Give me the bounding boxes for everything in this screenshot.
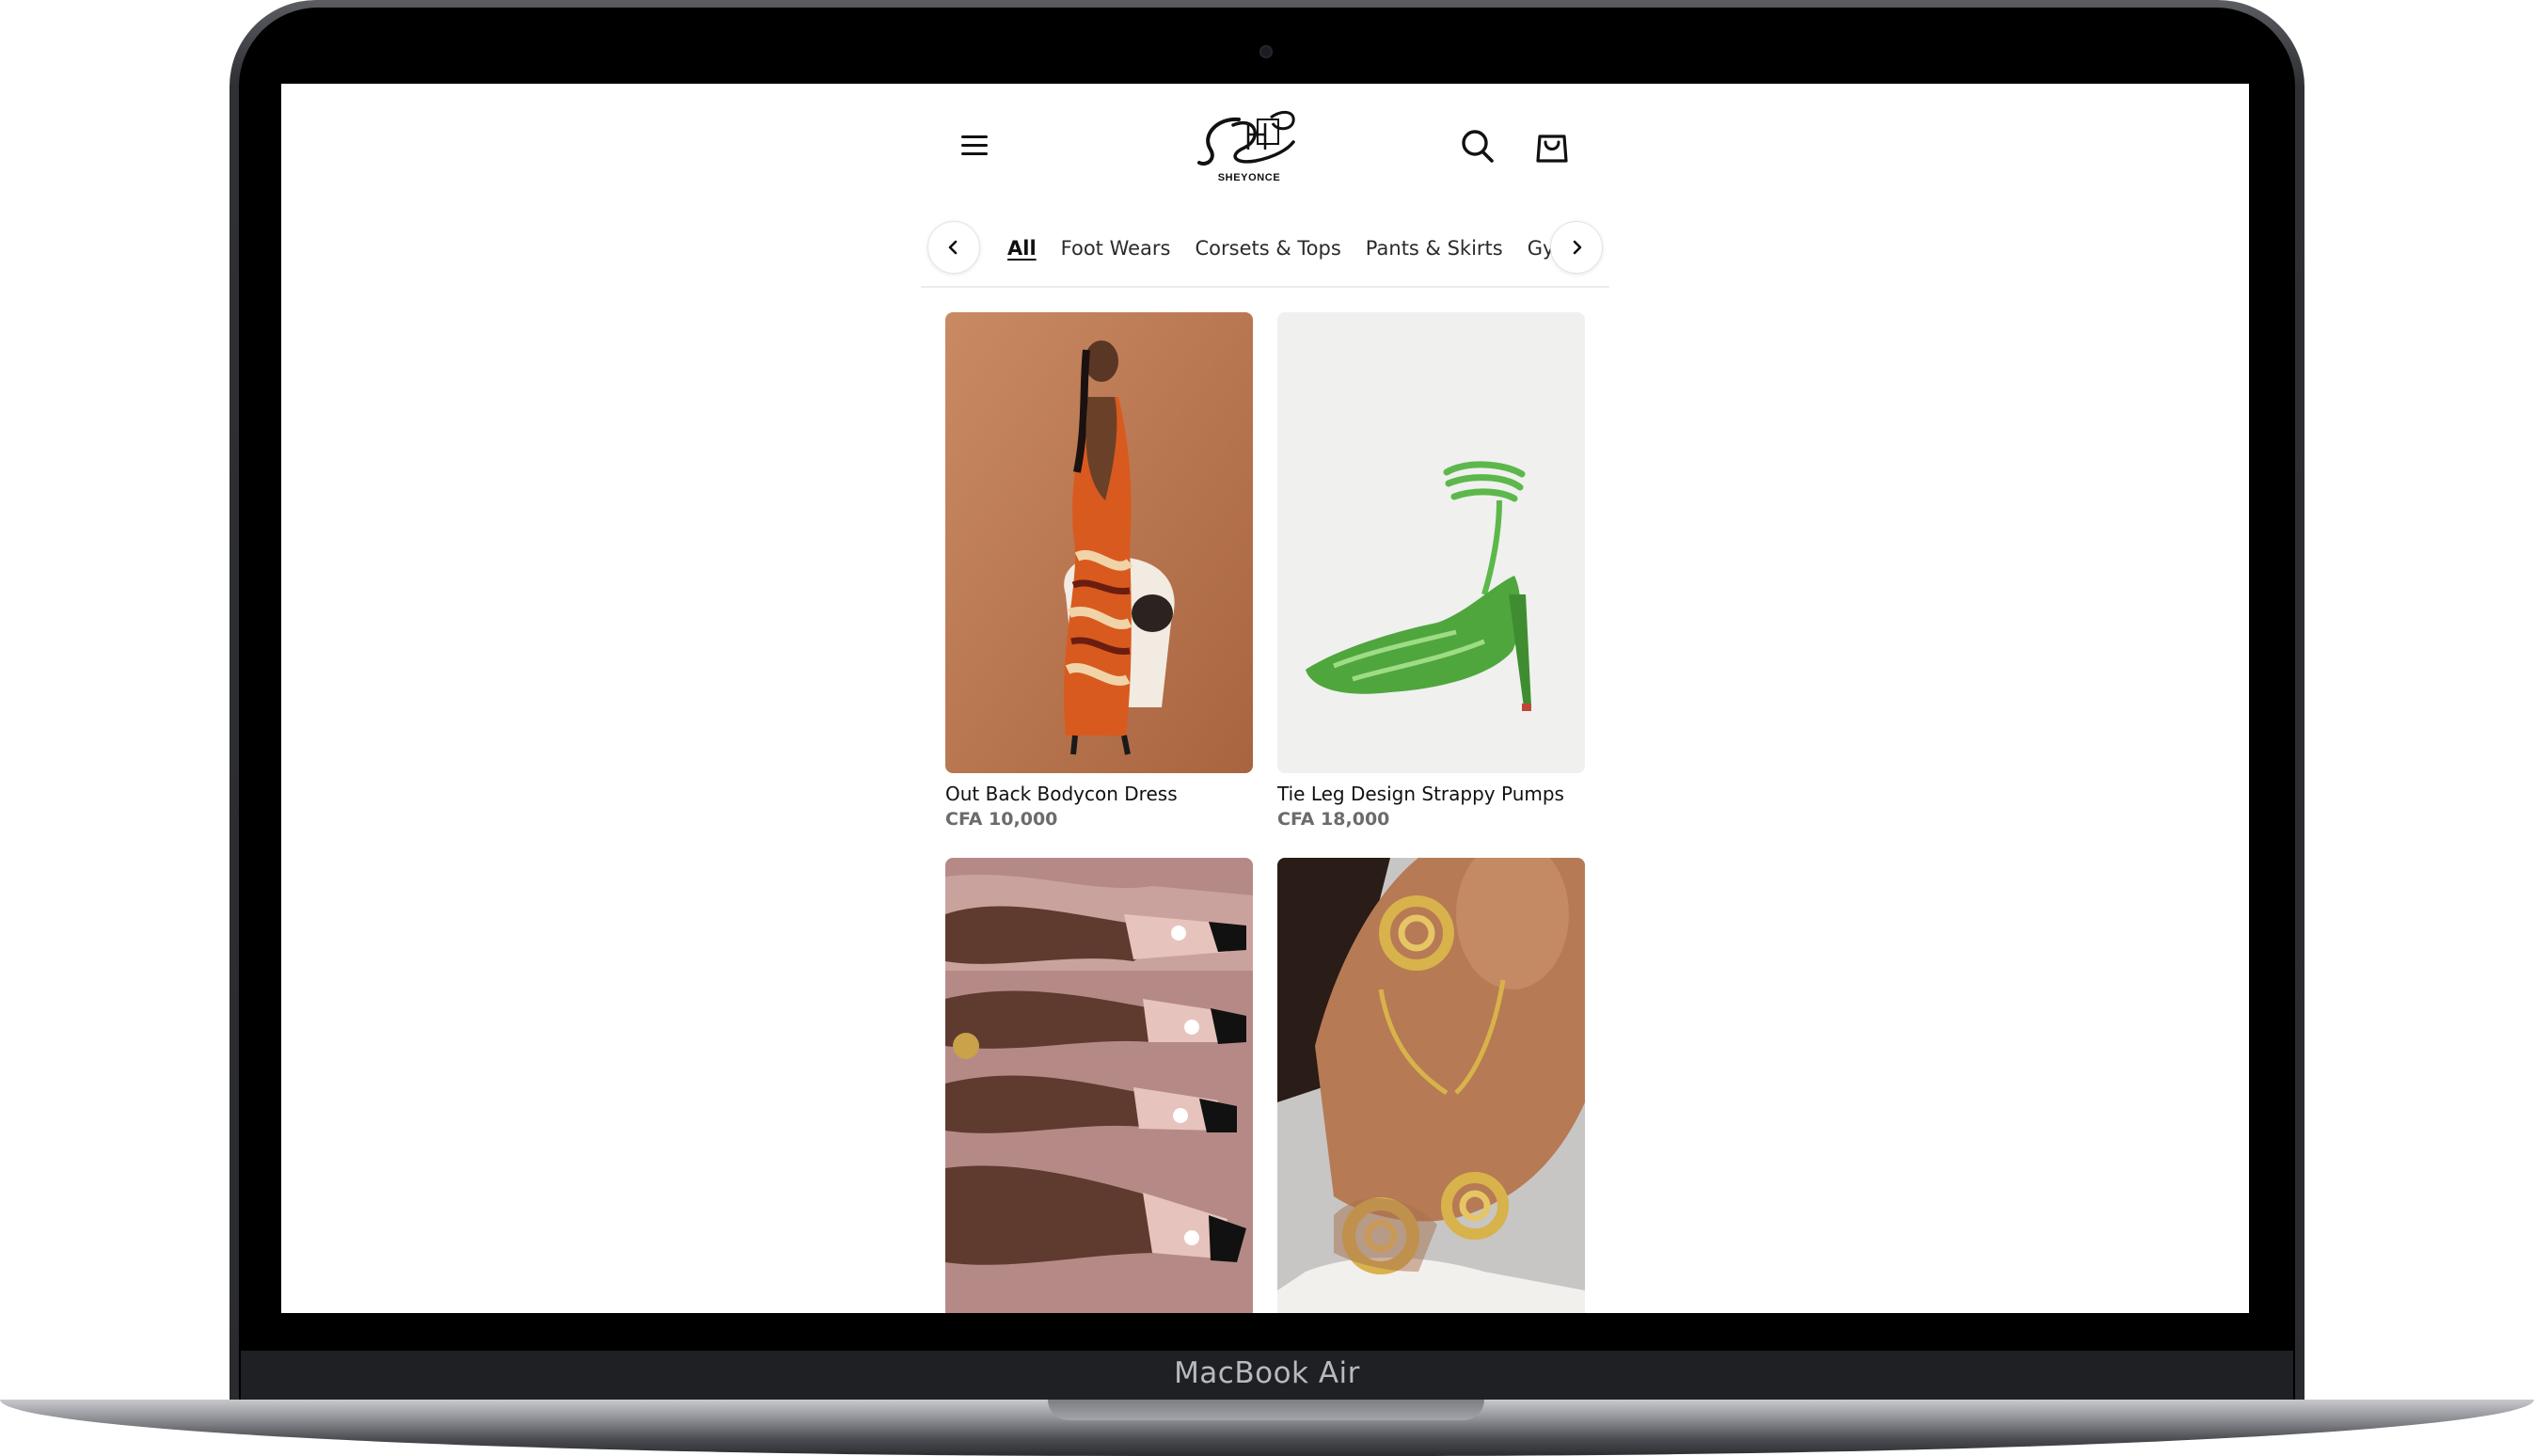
product-price: CFA 18,000 [1277,809,1390,830]
shopping-bag-icon[interactable] [1534,125,1570,165]
chevron-left-icon [948,240,958,255]
brand-logo-text: SHEYONCE [1217,172,1281,183]
camera-icon [1259,45,1273,58]
product-image[interactable] [945,858,1253,1313]
category-tab-pants-skirts[interactable]: Pants & Skirts [1366,237,1503,260]
category-tab-all[interactable]: All [1007,237,1037,260]
category-tab-gym[interactable]: Gym [1528,237,1551,260]
brand-logo[interactable]: SHEYONCE [1190,106,1308,183]
screen: SHEYONCE All Foot Wears Corsets & Tops P… [281,84,2249,1313]
device-model-label: MacBook Air [1174,1356,1360,1390]
product-name[interactable]: Out Back Bodycon Dress [945,783,1253,805]
product-card[interactable]: Tie Leg Design Strappy Pumps CFA 18,000 [1277,312,1585,830]
laptop-hinge-notch [1048,1400,1484,1420]
product-image[interactable] [1277,312,1585,773]
category-tabs: All Foot Wears Corsets & Tops Pants & Sk… [987,215,1551,281]
product-price: CFA 10,000 [945,809,1058,830]
product-image[interactable] [945,312,1253,773]
search-icon[interactable] [1460,127,1496,165]
category-bar: All Foot Wears Corsets & Tops Pants & Sk… [921,215,1609,288]
product-card[interactable]: Out Back Bodycon Dress CFA 10,000 [945,312,1253,830]
product-name[interactable]: Tie Leg Design Strappy Pumps [1277,783,1585,805]
product-card[interactable] [1277,858,1585,1313]
site-header: SHEYONCE [921,84,1609,206]
category-prev-button[interactable] [927,221,980,274]
hamburger-menu-icon[interactable] [958,133,990,159]
product-image[interactable] [1277,858,1585,1313]
category-next-button[interactable] [1550,221,1603,274]
chevron-right-icon [1573,240,1582,255]
brand-logo-mark [1197,111,1295,166]
category-tab-corsets-tops[interactable]: Corsets & Tops [1196,237,1341,260]
category-tab-foot-wears[interactable]: Foot Wears [1061,237,1171,260]
product-card[interactable] [945,858,1253,1313]
shop-page: SHEYONCE All Foot Wears Corsets & Tops P… [921,84,1609,1313]
